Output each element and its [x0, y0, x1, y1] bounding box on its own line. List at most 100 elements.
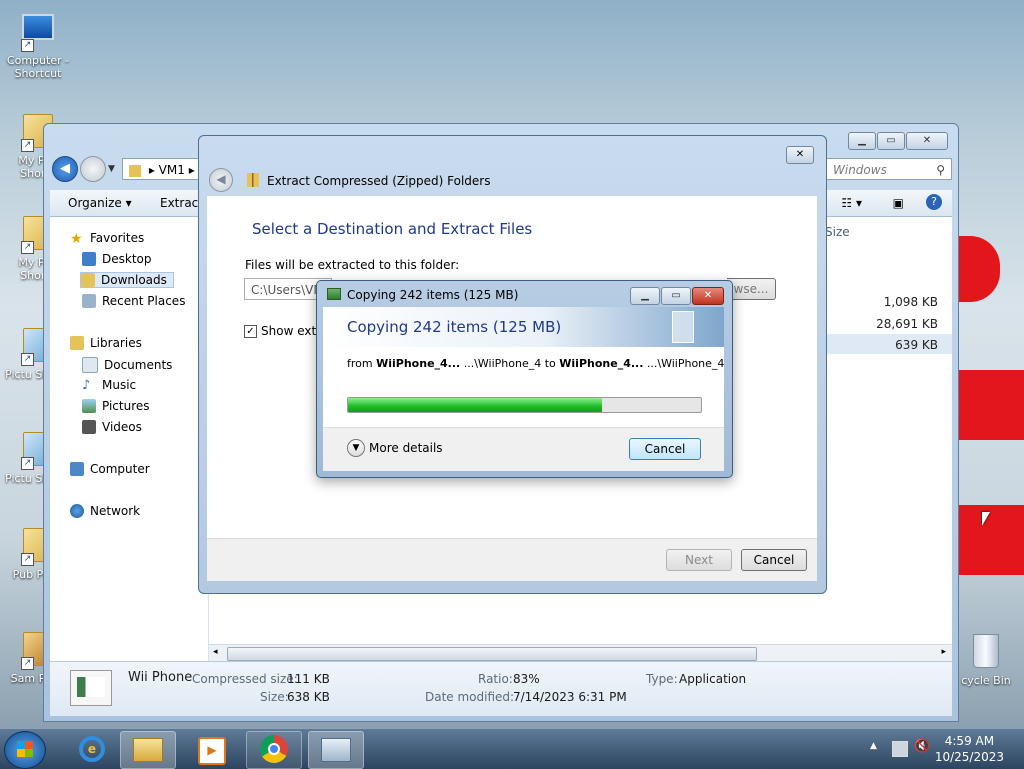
nav-recent-places[interactable]: Recent Places: [82, 294, 185, 308]
type-value: Application: [679, 672, 747, 686]
volume-muted-icon[interactable]: 🔇: [914, 739, 930, 754]
computer-icon: ↗: [21, 14, 55, 52]
nav-favorites[interactable]: ★ Favorites: [70, 231, 144, 247]
size-value: 638 KB: [287, 690, 330, 704]
mouse-cursor-icon: [982, 512, 990, 526]
documents-icon: [82, 357, 98, 373]
copy-progress-fill: [348, 398, 603, 412]
destination-name[interactable]: WiiPhone_4...: [559, 357, 643, 370]
nav-desktop[interactable]: Desktop: [82, 252, 152, 266]
network-icon: [70, 504, 84, 518]
taskbar: e ▶ ▲ 🔇 4:59 AM 10/25/2023: [0, 728, 1024, 769]
recent-places-icon: [82, 294, 96, 308]
minimize-button[interactable]: ▁: [630, 287, 660, 305]
cancel-button[interactable]: Cancel: [741, 549, 807, 571]
taskbar-copy-dialog[interactable]: [308, 731, 364, 769]
wallpaper-red-shape-1: [958, 236, 1000, 302]
maximize-button[interactable]: ▭: [661, 287, 691, 305]
nav-network[interactable]: Network: [70, 504, 140, 518]
size-label: Size:: [260, 690, 289, 704]
nav-pictures[interactable]: Pictures: [82, 399, 150, 413]
nav-music[interactable]: ♪ Music: [82, 378, 136, 393]
copy-dialog-footer: ▼ More details Cancel: [323, 427, 724, 471]
cancel-button[interactable]: Cancel: [629, 438, 701, 460]
clock[interactable]: 4:59 AM 10/25/2023: [935, 733, 1004, 765]
nav-documents[interactable]: Documents: [82, 357, 172, 373]
desktop-icon-computer[interactable]: ↗ Computer - Shortcut: [0, 10, 76, 80]
file-size-cell: 1,098 KB: [883, 295, 938, 309]
copy-progress-dialog: Copying 242 items (125 MB) ▁ ▭ ✕ Copying…: [316, 280, 733, 478]
wizard-footer: Next Cancel: [207, 538, 817, 581]
file-size-cell: 28,691 KB: [876, 317, 938, 331]
wizard-title: Extract Compressed (Zipped) Folders: [267, 174, 491, 188]
views-button[interactable]: ☷ ▾: [841, 196, 862, 210]
folder-icon: [129, 164, 141, 177]
internet-explorer-icon: e: [79, 736, 105, 762]
nav-computer[interactable]: Computer: [70, 462, 150, 476]
more-details-toggle[interactable]: ▼ More details: [347, 439, 443, 457]
extract-button[interactable]: Extract: [160, 196, 203, 210]
show-hidden-icons-icon[interactable]: ▲: [870, 741, 877, 751]
forward-arrow-icon[interactable]: [80, 156, 106, 182]
back-arrow-icon[interactable]: ◀: [209, 168, 233, 192]
source-name[interactable]: WiiPhone_4...: [376, 357, 460, 370]
copy-progress-bar: [347, 397, 702, 413]
maximize-button[interactable]: ▭: [877, 132, 905, 150]
scroll-right-icon[interactable]: ▸: [941, 647, 946, 657]
copy-from-to: from WiiPhone_4... ...\WiiPhone_4 to Wii…: [347, 357, 725, 370]
copy-dialog-body: Copying 242 items (125 MB) from WiiPhone…: [323, 307, 725, 471]
document-stack-icon: [672, 311, 694, 343]
desktop-icon-label: Computer - Shortcut: [6, 54, 70, 80]
clock-date: 10/25/2023: [934, 750, 1004, 764]
close-button[interactable]: ✕: [692, 287, 724, 305]
zip-folder-icon: [247, 173, 259, 187]
wallpaper-red-shape-2: [958, 370, 1024, 440]
taskbar-internet-explorer[interactable]: e: [64, 731, 120, 769]
copy-dialog-title: Copying 242 items (125 MB): [347, 288, 519, 302]
close-button[interactable]: ✕: [786, 146, 814, 164]
details-file-name: Wii Phone: [128, 670, 193, 685]
windows-logo-icon: [17, 741, 33, 757]
column-header-size[interactable]: Size: [825, 225, 850, 239]
horizontal-scrollbar[interactable]: ◂ ▸: [209, 644, 952, 662]
navigation-pane: ★ Favorites Desktop Downloads Recent Plac…: [50, 217, 209, 661]
wizard-heading: Select a Destination and Extract Files: [252, 220, 533, 238]
keyboard-window-icon: [321, 738, 351, 762]
copy-banner: Copying 242 items (125 MB): [323, 307, 724, 347]
browse-button[interactable]: wse...: [727, 278, 776, 300]
desktop-icon-recycle-bin[interactable]: cycle Bin: [948, 632, 1024, 687]
nav-videos[interactable]: Videos: [82, 420, 142, 434]
nav-downloads[interactable]: Downloads: [80, 272, 174, 288]
search-input[interactable]: Windows ⚲: [826, 158, 952, 180]
preview-pane-icon[interactable]: ▣: [893, 196, 904, 210]
scrollbar-thumb[interactable]: [227, 647, 757, 661]
date-modified-label: Date modified:: [425, 690, 515, 704]
taskbar-media-player[interactable]: ▶: [184, 731, 240, 769]
action-center-icon[interactable]: [892, 741, 908, 757]
start-button[interactable]: [4, 731, 46, 769]
date-modified-value: 7/14/2023 6:31 PM: [513, 690, 627, 704]
chrome-icon: [260, 735, 288, 763]
back-arrow-icon[interactable]: ◀: [52, 156, 78, 182]
next-button[interactable]: Next: [666, 549, 732, 571]
taskbar-windows-explorer[interactable]: [120, 731, 176, 769]
music-note-icon: ♪: [82, 378, 91, 393]
scroll-left-icon[interactable]: ◂: [213, 647, 218, 657]
ratio-value: 83%: [513, 672, 540, 686]
recycle-bin-icon: [969, 634, 1003, 672]
taskbar-chrome[interactable]: [246, 731, 302, 769]
close-button[interactable]: ✕: [906, 132, 948, 150]
organize-button[interactable]: Organize ▾: [68, 196, 132, 210]
recent-pages-dropdown-icon[interactable]: ▼: [108, 164, 115, 174]
minimize-button[interactable]: ▁: [848, 132, 876, 150]
copy-dialog-icon: [327, 288, 341, 300]
folder-icon: [133, 738, 163, 762]
file-size-cell: 639 KB: [895, 338, 938, 352]
clock-time: 4:59 AM: [944, 734, 995, 748]
nav-libraries[interactable]: Libraries: [70, 336, 142, 350]
type-label: Type:: [646, 672, 678, 686]
star-icon: ★: [70, 231, 83, 247]
compressed-size-value: 111 KB: [287, 672, 330, 686]
file-thumbnail-icon: [70, 670, 112, 706]
help-icon[interactable]: ?: [926, 194, 942, 210]
